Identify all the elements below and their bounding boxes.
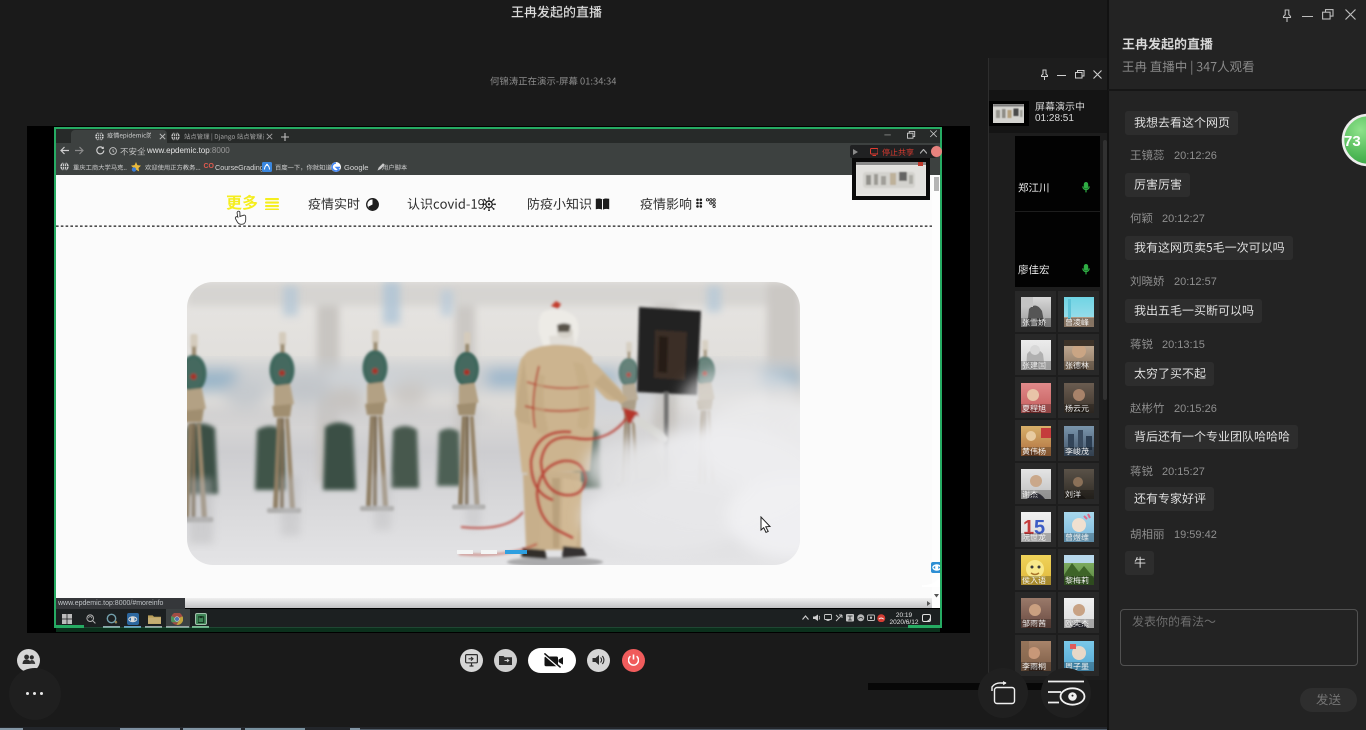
svg-text:73: 73 xyxy=(1344,133,1361,150)
